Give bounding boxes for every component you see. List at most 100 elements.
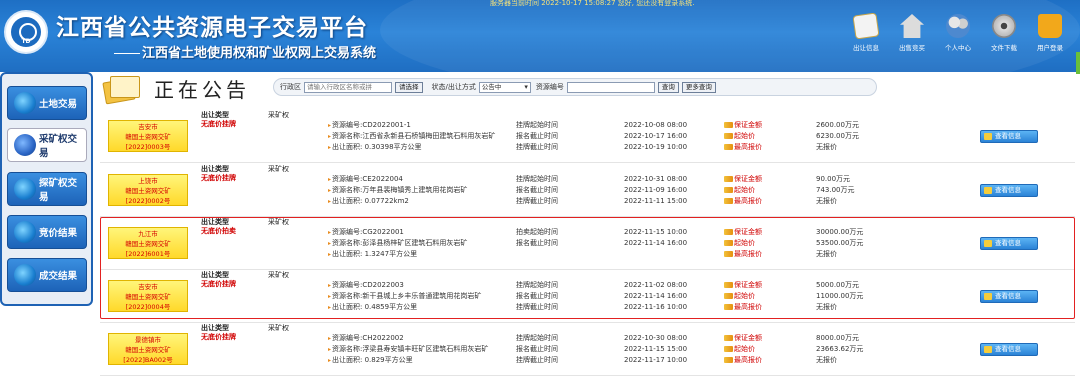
view-info-button[interactable]: 查看信息	[980, 237, 1038, 250]
view-info-button[interactable]: 查看信息	[980, 343, 1038, 356]
sidebar-item-label: 采矿权交易	[39, 134, 78, 159]
deposit-label: 保证金额	[724, 333, 762, 344]
region-input[interactable]	[304, 81, 392, 93]
query-button[interactable]: 查询	[657, 81, 679, 93]
view-info-button[interactable]: 查看信息	[980, 130, 1038, 143]
nav-label: 文件下载	[991, 44, 1017, 52]
badge-city: 吉安市	[138, 283, 158, 291]
listing-row: 九江市 赣国土资网交矿 [2022]6001号 出让类型 无底价拍卖 采矿权 资…	[100, 217, 1075, 270]
top-nav: 出让信息 出售竞买 个人中心 文件下载 用户登录	[846, 12, 1070, 52]
sidebar-item-land-trade[interactable]: 土地交易	[7, 86, 87, 120]
time-value: 2022-10-08 08:00	[624, 121, 688, 129]
badge-dept: 赣国土资网交矿	[125, 187, 171, 195]
badge-city: 吉安市	[138, 123, 158, 131]
time-value: 2022-11-17 10:00	[624, 356, 688, 364]
sidebar-item-deal-result[interactable]: 成交结果	[7, 258, 87, 292]
time-value	[624, 249, 687, 260]
category-label: 采矿权	[268, 218, 289, 226]
sidebar-item-label: 探矿权交易	[39, 178, 78, 203]
page-title: 正在公告	[154, 78, 250, 102]
listing-row: 上饶市 赣国土资网交矿 [2022]0002号 出让类型 无底价挂牌 采矿权 资…	[100, 164, 1075, 217]
start-price-value: 743.00万元	[816, 186, 855, 194]
resource-area: 出让面积: 0.829平方公里	[328, 355, 488, 366]
resource-number: 资源编号:CE2022004	[328, 174, 467, 185]
time-label: 挂牌截止时间	[516, 303, 558, 311]
top-bid-label: 最高报价	[724, 142, 762, 153]
time-values: 2022-11-02 08:00 2022-11-14 16:00 2022-1…	[624, 280, 687, 313]
lock-icon	[1038, 14, 1062, 38]
resource-no-input[interactable]	[566, 81, 655, 93]
badge-dept: 赣国土资网交矿	[125, 293, 171, 301]
resource-area: 出让面积: 0.30398平方公里	[328, 142, 495, 153]
view-info-button[interactable]: 查看信息	[980, 290, 1038, 303]
time-values: 2022-10-30 08:00 2022-11-15 15:00 2022-1…	[624, 333, 687, 366]
deposit-value: 2600.00万元	[816, 121, 859, 129]
sidebar-item-label: 竞价结果	[39, 228, 78, 239]
resource-area: 出让面积: 0.07722km2	[328, 196, 467, 207]
time-labels: 拍卖起始时间 报名截止时间	[516, 227, 558, 260]
deposit-value: 8000.00万元	[816, 334, 859, 342]
sidebar-item-label: 土地交易	[39, 99, 78, 110]
globe-icon	[14, 264, 36, 286]
site-logo[interactable]: TD	[4, 10, 48, 54]
nav-user-login[interactable]: 用户登录	[1030, 14, 1070, 52]
sidebar-item-bid-result[interactable]: 竞价结果	[7, 215, 87, 249]
time-value: 2022-11-15 15:00	[624, 345, 688, 353]
time-values: 2022-10-08 08:00 2022-10-17 16:00 2022-1…	[624, 120, 687, 153]
category-label: 采矿权	[268, 271, 289, 279]
time-value: 2022-11-11 15:00	[624, 197, 688, 205]
nav-sale-info[interactable]: 出让信息	[846, 12, 886, 52]
disk-icon	[992, 14, 1016, 38]
start-price-value: 23663.62万元	[816, 345, 864, 353]
listing-row: 吉安市 赣国土资网交矿 [2022]0004号 出让类型 无底价挂牌 采矿权 资…	[100, 270, 1075, 323]
time-label: 挂牌截止时间	[516, 197, 558, 205]
site-subtitle: 江西省土地使用权和矿业权网上交易系统	[114, 42, 376, 61]
resource-area: 出让面积: 1.3247平方公里	[328, 249, 467, 260]
top-bid-value: 无报价	[816, 143, 837, 151]
time-value: 2022-11-09 16:00	[624, 186, 688, 194]
region-label: 行政区	[280, 83, 301, 91]
top-bid-label: 最高报价	[724, 302, 762, 313]
sidebar-item-exploration-right[interactable]: 探矿权交易	[7, 172, 87, 206]
nav-label: 个人中心	[945, 44, 971, 52]
status-select[interactable]: 公告中	[478, 81, 531, 93]
resource-fields: 资源编号:CH2022002 资源名称:浮梁县寿安镇丰旺矿区建筑石料用灰岩矿 出…	[328, 333, 488, 366]
nav-personal-center[interactable]: 个人中心	[938, 14, 978, 52]
deposit-label: 保证金额	[724, 174, 762, 185]
users-icon	[946, 14, 970, 38]
start-price-value: 53500.00万元	[816, 239, 864, 247]
time-values: 2022-11-15 10:00 2022-11-14 16:00	[624, 227, 687, 260]
sidebar-item-mining-right[interactable]: 采矿权交易	[7, 128, 87, 162]
badge-number: [2022]6001号	[125, 250, 171, 258]
nav-bid[interactable]: 出售竞买	[892, 14, 932, 52]
nav-file-download[interactable]: 文件下载	[984, 14, 1024, 52]
scrollbar[interactable]	[1076, 52, 1080, 74]
category-label: 采矿权	[268, 165, 289, 173]
globe-icon	[14, 92, 36, 114]
money-values: 5000.00万元 11000.00万元 无报价	[816, 280, 863, 313]
time-value: 2022-10-17 16:00	[624, 132, 688, 140]
money-labels: 保证金额 起始价 最高报价	[724, 120, 762, 153]
resource-fields: 资源编号:CD2022001-1 资源名称:江西省永新县石桥镇梅田建筑石料用灰岩…	[328, 120, 495, 153]
more-query-button[interactable]: 更多查询	[681, 81, 716, 93]
deposit-label: 保证金额	[724, 227, 762, 238]
start-price-label: 起始价	[724, 131, 762, 142]
money-labels: 保证金额 起始价 最高报价	[724, 174, 762, 207]
time-value: 2022-10-19 10:00	[624, 143, 688, 151]
transfer-type-value: 无底价挂牌	[201, 280, 236, 288]
badge-number: [2022]BA002号	[123, 356, 173, 364]
badge-number: [2022]0003号	[125, 143, 171, 151]
globe-icon	[14, 134, 36, 156]
document-icon	[852, 12, 880, 40]
resource-name: 资源名称:江西省永新县石桥镇梅田建筑石料用灰岩矿	[328, 131, 495, 142]
region-select-button[interactable]: 请选择	[395, 81, 423, 93]
top-bid-value: 无报价	[816, 303, 837, 311]
resource-number: 资源编号:CG2022001	[328, 227, 467, 238]
deposit-label: 保证金额	[724, 280, 762, 291]
listing-row: 吉安市 赣国土资网交矿 [2022]0003号 出让类型 无底价挂牌 采矿权 资…	[100, 110, 1075, 163]
resource-fields: 资源编号:CE2022004 资源名称:万年县裴梅镇秀上建筑用花岗岩矿 出让面积…	[328, 174, 467, 207]
start-price-label: 起始价	[724, 344, 762, 355]
view-info-button[interactable]: 查看信息	[980, 184, 1038, 197]
time-value: 2022-10-31 08:00	[624, 175, 688, 183]
site-title: 江西省公共资源电子交易平台	[56, 15, 368, 41]
